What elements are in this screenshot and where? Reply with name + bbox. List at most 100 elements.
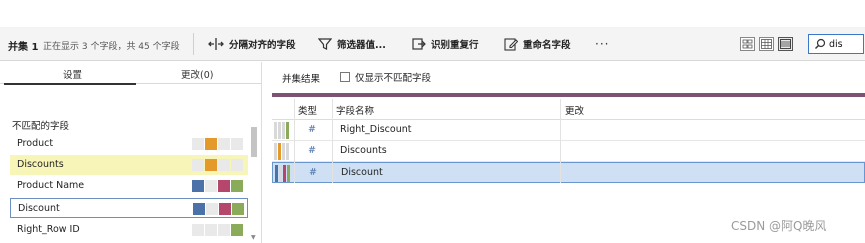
number-type-icon: # <box>308 124 316 135</box>
tab-settings[interactable]: 设置 <box>63 67 82 81</box>
source-color-swatches <box>192 180 243 192</box>
scrollbar-thumb[interactable] <box>251 127 257 157</box>
unmatched-field-item-highlighted[interactable]: Discounts <box>10 155 248 175</box>
source-swatch <box>218 159 230 171</box>
field-name-cell: Discount <box>341 167 383 178</box>
field-name: Discount <box>18 203 60 214</box>
field-name: Product Name <box>17 180 85 191</box>
rename-field-button[interactable]: 重命名字段 <box>504 35 571 53</box>
source-stripe <box>274 122 277 139</box>
toolbar: 并集 1 正在显示 3 个字段，共 45 个字段 分隔对齐的字段 筛选器值...… <box>0 27 865 61</box>
source-swatch <box>205 159 217 171</box>
source-swatch <box>231 224 243 236</box>
source-color-swatches <box>192 224 243 236</box>
field-name: Discounts <box>17 159 64 170</box>
union-results-panel: 并集结果 仅显示不匹配字段 类型 字段名称 更改 # Right_Discoun… <box>268 62 865 243</box>
union-results-title: 并集结果 <box>282 74 321 85</box>
source-stripes <box>274 143 289 160</box>
source-swatch <box>205 138 217 150</box>
source-swatch <box>192 180 204 192</box>
source-stripe <box>286 122 289 139</box>
watermark-text: CSDN @阿Q晚风 <box>731 219 827 233</box>
source-stripe <box>275 165 278 182</box>
column-header-field-name[interactable]: 字段名称 <box>336 103 374 117</box>
source-swatch <box>231 138 243 150</box>
source-swatch <box>206 203 218 215</box>
tab-changes[interactable]: 更改(0) <box>181 67 213 81</box>
field-name: Product <box>17 138 54 149</box>
field-name: Right_Row ID <box>17 224 80 235</box>
column-header-type[interactable]: 类型 <box>298 103 317 117</box>
search-input[interactable] <box>829 38 863 51</box>
card-view-icon[interactable] <box>740 37 755 51</box>
unmatched-fields-heading: 不匹配的字段 <box>12 121 70 132</box>
unmatched-field-item[interactable]: Product <box>10 134 248 154</box>
column-divider <box>560 99 561 183</box>
table-row-selected[interactable]: # Discount <box>272 162 865 183</box>
rename-field-label: 重命名字段 <box>523 40 571 51</box>
settings-panel: 设置 更改(0) 不匹配的字段 Product Discounts Produc… <box>0 62 262 243</box>
source-swatch <box>218 180 230 192</box>
union-color-bar <box>272 93 865 97</box>
source-swatch <box>205 224 217 236</box>
source-stripe <box>279 165 282 182</box>
column-divider <box>332 99 333 183</box>
field-name-cell: Discounts <box>340 145 387 156</box>
source-stripe <box>286 143 289 160</box>
column-header-changes[interactable]: 更改 <box>565 103 584 117</box>
identify-duplicates-label: 识别重复行 <box>431 40 479 51</box>
source-color-swatches <box>192 159 243 171</box>
table-header: 类型 字段名称 更改 <box>272 99 865 120</box>
field-list-scrollbar[interactable]: ▼ <box>250 124 258 243</box>
active-tab-indicator <box>4 83 136 85</box>
column-divider <box>294 99 295 183</box>
unmatched-field-item[interactable]: Product Name <box>10 176 248 196</box>
field-name-cell: Right_Discount <box>340 124 412 135</box>
source-swatch <box>192 138 204 150</box>
split-aligned-fields-button[interactable]: 分隔对齐的字段 <box>208 35 296 53</box>
field-count-status: 正在显示 3 个字段，共 45 个字段 <box>43 42 180 52</box>
unmatched-field-item-selected[interactable]: Discount <box>10 198 248 218</box>
source-swatch <box>231 180 243 192</box>
source-color-swatches <box>192 138 243 150</box>
identify-duplicates-button[interactable]: 识别重复行 <box>412 35 479 53</box>
grid-view-icon[interactable] <box>759 37 774 51</box>
source-swatch <box>192 224 204 236</box>
number-type-icon: # <box>309 167 317 178</box>
source-stripe <box>278 143 281 160</box>
search-icon <box>815 38 826 49</box>
list-view-icon[interactable] <box>778 37 793 51</box>
source-stripe <box>287 165 290 182</box>
panel-tabs: 设置 更改(0) <box>0 62 262 85</box>
scroll-down-icon[interactable]: ▼ <box>251 234 256 241</box>
table-row[interactable]: # Right_Discount <box>272 120 865 141</box>
more-options-button[interactable]: ··· <box>595 37 609 51</box>
field-search-box[interactable] <box>808 34 864 54</box>
source-stripe <box>282 122 285 139</box>
source-swatch <box>232 203 244 215</box>
source-stripe <box>282 143 285 160</box>
source-swatch <box>231 159 243 171</box>
source-swatch <box>193 203 205 215</box>
unmatched-field-item[interactable]: Right_Row ID <box>10 220 248 240</box>
edit-pencil-icon <box>504 38 518 51</box>
number-type-icon: # <box>308 145 316 156</box>
merge-arrows-icon <box>208 38 224 50</box>
filter-icon <box>318 38 332 50</box>
show-unmatched-only-toggle[interactable]: 仅显示不匹配字段 <box>340 70 431 84</box>
duplicate-rows-icon <box>412 38 426 50</box>
source-stripe <box>278 122 281 139</box>
source-stripes <box>274 122 289 139</box>
source-stripe <box>283 165 286 182</box>
source-color-swatches <box>193 203 244 215</box>
show-unmatched-checkbox[interactable] <box>340 72 350 82</box>
show-unmatched-label: 仅显示不匹配字段 <box>355 73 432 84</box>
source-swatch <box>218 138 230 150</box>
filter-values-button[interactable]: 筛选器值... <box>318 35 386 53</box>
split-aligned-fields-label: 分隔对齐的字段 <box>229 40 296 51</box>
table-row[interactable]: # Discounts <box>272 141 865 162</box>
source-swatch <box>219 203 231 215</box>
source-swatch <box>218 224 230 236</box>
filter-values-label: 筛选器值... <box>337 40 386 51</box>
source-swatch <box>192 159 204 171</box>
